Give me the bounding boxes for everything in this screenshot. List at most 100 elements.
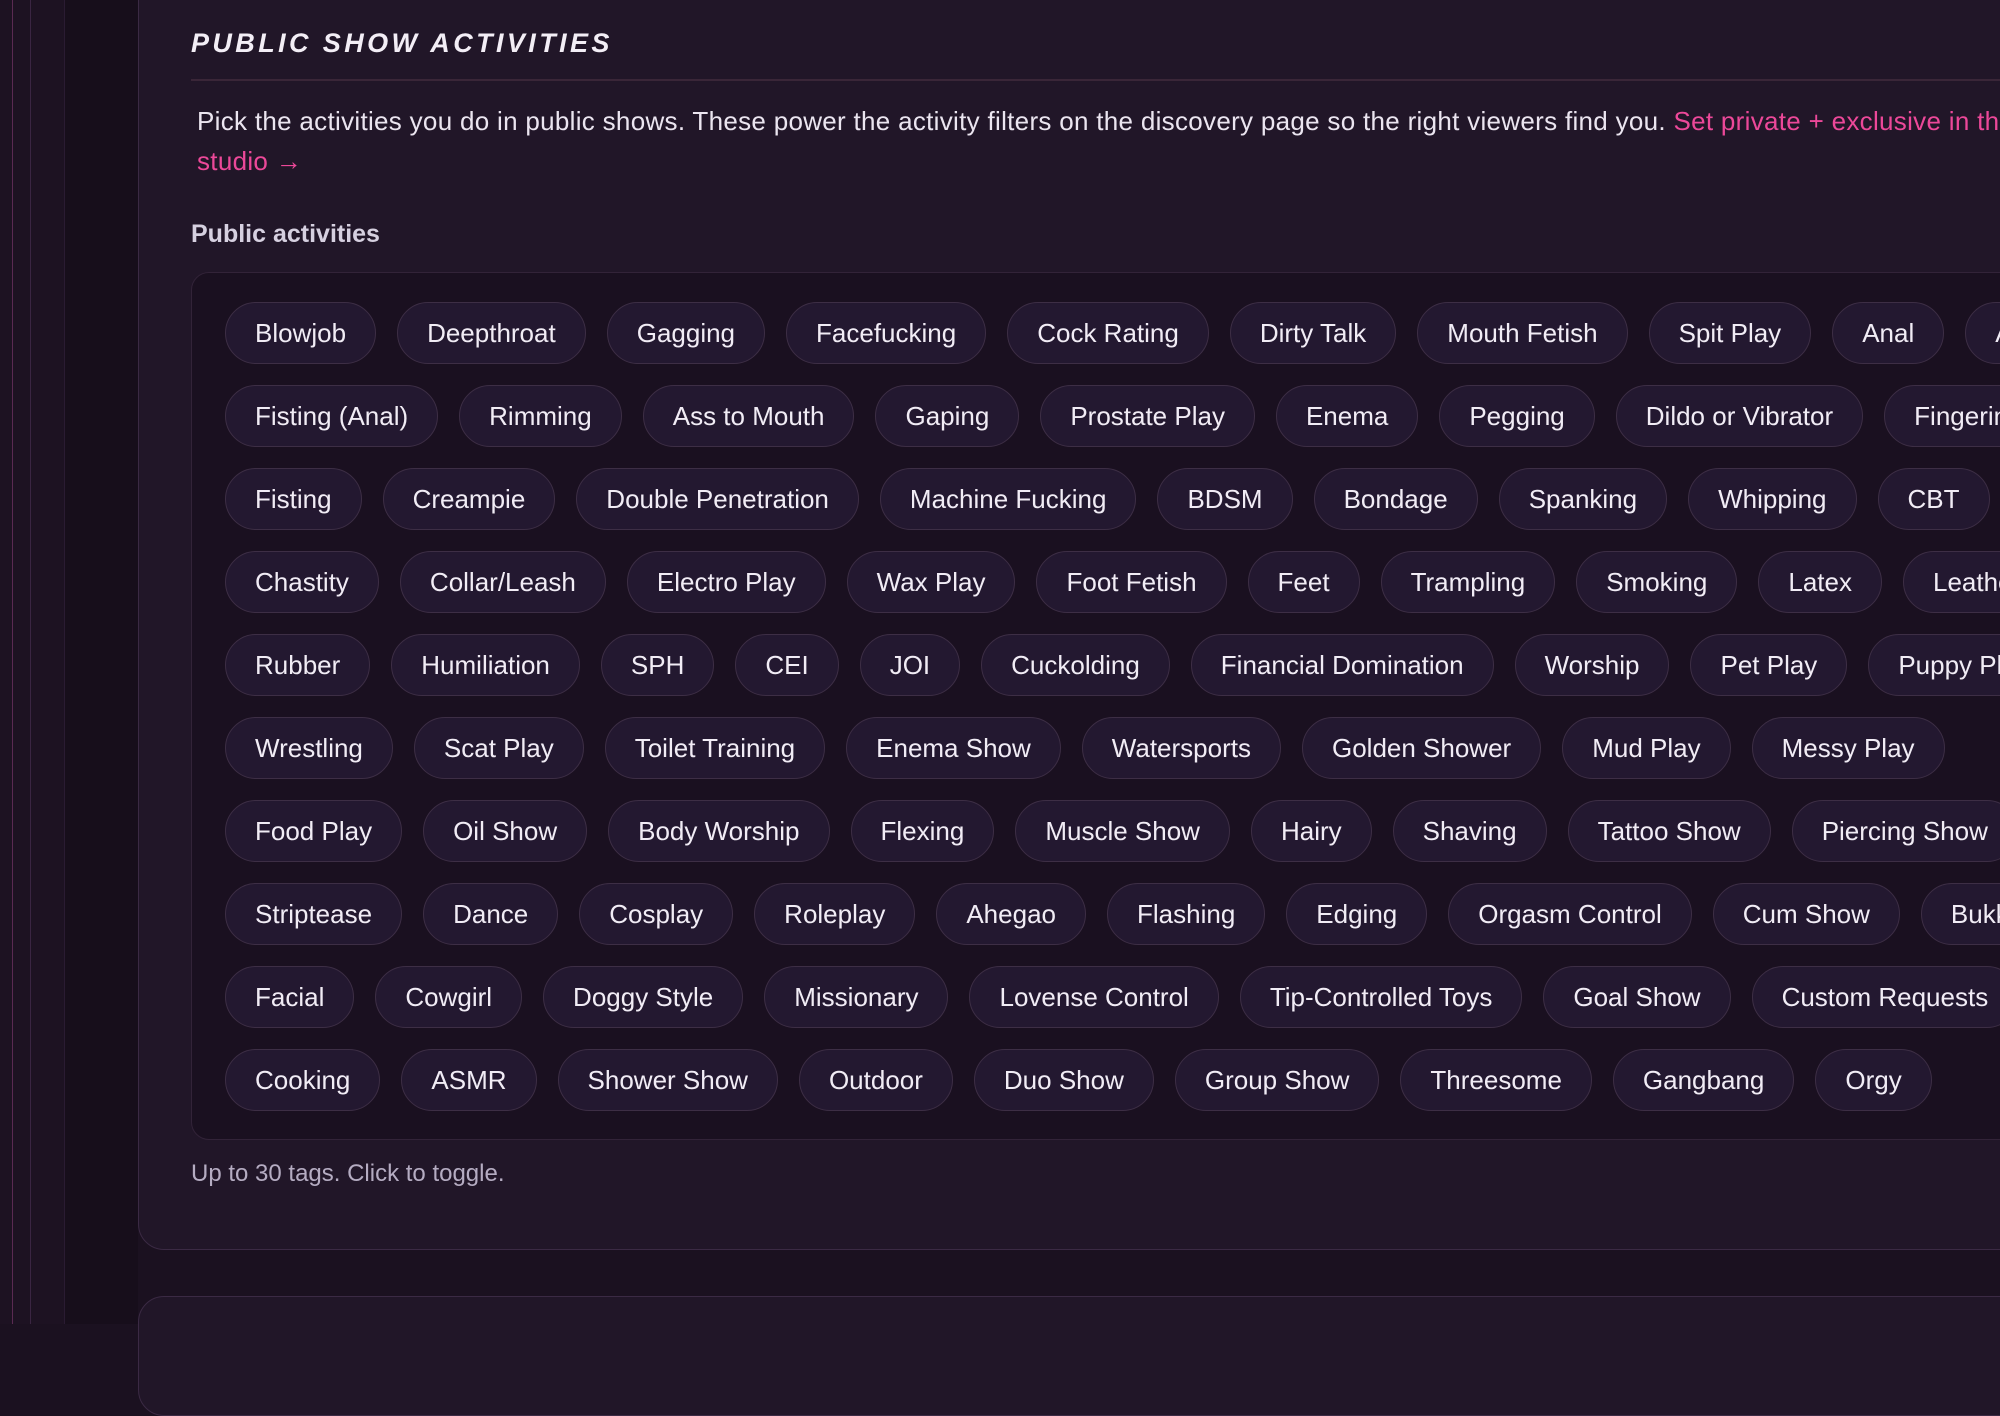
public-activities-label: Public activities xyxy=(191,220,380,248)
activity-tag-chip[interactable]: Cock Rating xyxy=(1007,302,1209,364)
activity-tag-chip[interactable]: Deepthroat xyxy=(397,302,586,364)
activity-tag-chip[interactable]: Wax Play xyxy=(846,551,1016,613)
activity-tag-chip[interactable]: Missionary xyxy=(764,966,949,1028)
activity-tag-chip[interactable]: Mud Play xyxy=(1562,717,1731,779)
activity-tag-chip[interactable]: Custom Requests xyxy=(1751,966,2000,1028)
activity-tag-chip[interactable]: Ass to Mouth xyxy=(642,385,855,447)
activity-tag-chip[interactable]: Striptease xyxy=(225,883,403,945)
activity-tag-chip[interactable]: Fingerin xyxy=(1884,385,2000,447)
activity-tag-chip[interactable]: CBT xyxy=(1877,468,1990,530)
rail-divider xyxy=(64,0,65,1324)
activity-tag-chip[interactable]: Dance xyxy=(423,883,559,945)
activity-tag-chip[interactable]: A xyxy=(1965,302,2000,364)
activity-tag-chip[interactable]: Pegging xyxy=(1439,385,1595,447)
activity-tag-chip[interactable]: Enema Show xyxy=(846,717,1061,779)
activity-tag-chip[interactable]: Roleplay xyxy=(754,883,916,945)
activity-tag-chip[interactable]: Shaving xyxy=(1392,800,1547,862)
activity-tag-chip[interactable]: Food Play xyxy=(225,800,403,862)
activity-tag-chip[interactable]: Scat Play xyxy=(413,717,584,779)
activity-tag-chip[interactable]: Mouth Fetish xyxy=(1417,302,1628,364)
activity-tag-chip[interactable]: Cooking xyxy=(225,1049,381,1111)
activity-tag-chip[interactable]: Gagging xyxy=(606,302,766,364)
helper-text: Up to 30 tags. Click to toggle. xyxy=(191,1160,505,1187)
activity-tag-chip[interactable]: Tattoo Show xyxy=(1567,800,1771,862)
activity-tag-chip[interactable]: Toilet Training xyxy=(604,717,826,779)
activity-tag-chip[interactable]: Chastity xyxy=(225,551,379,613)
activity-tag-chip[interactable]: Bukk xyxy=(1920,883,2000,945)
activity-tag-chip[interactable]: Leathe xyxy=(1902,551,2000,613)
tag-row: Food Play Oil Show Body Worship Flexing Musc… xyxy=(225,800,2000,862)
activity-tag-chip[interactable]: JOI xyxy=(859,634,961,696)
activity-tag-chip[interactable]: Collar/Leash xyxy=(399,551,606,613)
activity-tag-chip[interactable]: Watersports xyxy=(1081,717,1281,779)
activity-tag-chip[interactable]: Enema xyxy=(1275,385,1419,447)
activity-tag-chip[interactable]: Fisting xyxy=(225,468,362,530)
activity-tag-chip[interactable]: Dildo or Vibrator xyxy=(1615,385,1864,447)
activity-tag-chip[interactable]: Facial xyxy=(225,966,355,1028)
activity-tag-chip[interactable]: Messy Play xyxy=(1751,717,1945,779)
activity-tag-chip[interactable]: Gaping xyxy=(875,385,1020,447)
activity-tag-chip[interactable]: Fisting (Anal) xyxy=(225,385,439,447)
activity-tag-chip[interactable]: Piercing Show xyxy=(1791,800,2000,862)
activity-tag-chip[interactable]: Lovense Control xyxy=(969,966,1219,1028)
activity-tag-chip[interactable]: Hairy xyxy=(1250,800,1372,862)
activity-tag-chip[interactable]: Gangbang xyxy=(1612,1049,1795,1111)
activity-tag-chip[interactable]: Group Show xyxy=(1174,1049,1380,1111)
activity-tag-chip[interactable]: Flashing xyxy=(1107,883,1266,945)
activity-tag-chip[interactable]: CEI xyxy=(735,634,839,696)
activity-tag-chip[interactable]: Foot Fetish xyxy=(1036,551,1227,613)
activity-tag-chip[interactable]: Smoking xyxy=(1576,551,1738,613)
activity-tag-chip[interactable]: Blowjob xyxy=(225,302,377,364)
activity-tag-chip[interactable]: Feet xyxy=(1247,551,1360,613)
activity-tag-chip[interactable]: Oil Show xyxy=(423,800,588,862)
activity-tag-chip[interactable]: Flexing xyxy=(850,800,995,862)
activity-tag-chip[interactable]: Puppy Pla xyxy=(1868,634,2000,696)
activity-tag-chip[interactable]: Humiliation xyxy=(391,634,580,696)
activity-tag-chip[interactable]: Outdoor xyxy=(798,1049,953,1111)
activity-tag-chip[interactable]: ASMR xyxy=(401,1049,537,1111)
activity-tag-chip[interactable]: Ahegao xyxy=(936,883,1086,945)
activity-tag-chip[interactable]: Double Penetration xyxy=(576,468,859,530)
activity-tag-chip[interactable]: Prostate Play xyxy=(1040,385,1255,447)
activity-tag-chip[interactable]: Shower Show xyxy=(557,1049,778,1111)
activity-tag-chip[interactable]: Financial Domination xyxy=(1190,634,1494,696)
activity-tag-chip[interactable]: Trampling xyxy=(1380,551,1556,613)
activity-tag-chip[interactable]: Dirty Talk xyxy=(1229,302,1397,364)
activity-tag-chip[interactable]: Spit Play xyxy=(1648,302,1812,364)
activity-tag-chip[interactable]: Pet Play xyxy=(1690,634,1848,696)
activity-tag-chip[interactable]: Worship xyxy=(1514,634,1670,696)
activity-tag-chip[interactable]: Wrestling xyxy=(225,717,393,779)
activity-tag-chip[interactable]: Cum Show xyxy=(1712,883,1900,945)
activity-tag-chip[interactable]: Electro Play xyxy=(626,551,826,613)
activity-tag-chip[interactable]: Muscle Show xyxy=(1015,800,1230,862)
activity-tag-chip[interactable]: BDSM xyxy=(1157,468,1293,530)
activity-tag-chip[interactable]: Cowgirl xyxy=(375,966,523,1028)
activity-tag-chip[interactable]: Latex xyxy=(1758,551,1882,613)
tag-row: Wrestling Scat Play Toilet Training Enema S… xyxy=(225,717,1945,779)
activity-tag-chip[interactable]: Anal xyxy=(1832,302,1945,364)
activity-tag-chip[interactable]: Body Worship xyxy=(608,800,830,862)
activity-tag-chip[interactable]: Cuckolding xyxy=(981,634,1170,696)
activity-tag-chip[interactable]: Goal Show xyxy=(1543,966,1731,1028)
activity-tag-chip[interactable]: Rimming xyxy=(459,385,622,447)
tag-row: Striptease Dance Cosplay Roleplay Ahegao Flas… xyxy=(225,883,2000,945)
activity-tag-chip[interactable]: Spanking xyxy=(1498,468,1668,530)
tag-row: Rubber Humiliation SPH CEI JOI Cuckolding Fina… xyxy=(225,634,2000,696)
activity-tag-chip[interactable]: Creampie xyxy=(382,468,556,530)
activity-tag-chip[interactable]: Orgy xyxy=(1815,1049,1932,1111)
activity-tag-chip[interactable]: Cosplay xyxy=(579,883,734,945)
activity-tag-chip[interactable]: Tip-Controlled Toys xyxy=(1239,966,1523,1028)
activity-tag-chip[interactable]: Golden Shower xyxy=(1301,717,1542,779)
activity-tag-chip[interactable]: Whipping xyxy=(1688,468,1857,530)
activity-tag-chip[interactable]: Bondage xyxy=(1313,468,1478,530)
activity-tag-chip[interactable]: SPH xyxy=(600,634,715,696)
activity-tag-chip[interactable]: Duo Show xyxy=(973,1049,1154,1111)
activity-tag-chip[interactable]: Edging xyxy=(1286,883,1428,945)
activity-tag-chip[interactable]: Machine Fucking xyxy=(879,468,1137,530)
activity-tag-chip[interactable]: Rubber xyxy=(225,634,371,696)
title-divider xyxy=(191,79,2000,81)
activity-tag-chip[interactable]: Threesome xyxy=(1400,1049,1592,1111)
activity-tag-chip[interactable]: Facefucking xyxy=(786,302,987,364)
activity-tag-chip[interactable]: Orgasm Control xyxy=(1448,883,1692,945)
activity-tag-chip[interactable]: Doggy Style xyxy=(543,966,744,1028)
